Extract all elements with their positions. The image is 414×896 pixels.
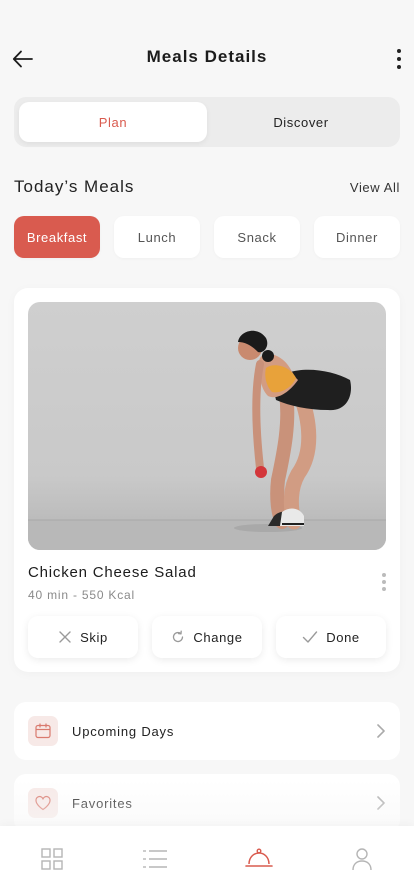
todays-meals-header: Today’s Meals View All bbox=[14, 176, 400, 198]
meal-photo bbox=[28, 302, 386, 550]
card-more-icon[interactable] bbox=[380, 573, 388, 593]
exercise-photo-illustration bbox=[28, 330, 386, 550]
meal-cloche-icon bbox=[244, 848, 273, 867]
meal-actions: Skip Change Done bbox=[28, 616, 386, 658]
change-label: Change bbox=[193, 629, 243, 645]
list-icon bbox=[143, 850, 168, 868]
close-icon bbox=[59, 631, 71, 643]
change-button[interactable]: Change bbox=[152, 616, 262, 658]
favorites-row[interactable]: Favorites bbox=[14, 774, 400, 832]
skip-label: Skip bbox=[80, 629, 108, 645]
chip-breakfast[interactable]: Breakfast bbox=[14, 216, 100, 258]
meal-meta: 40 min - 550 Kcal bbox=[28, 588, 135, 602]
chip-dinner[interactable]: Dinner bbox=[314, 216, 400, 258]
favorites-label: Favorites bbox=[72, 795, 133, 811]
chevron-right-icon bbox=[377, 724, 385, 738]
upcoming-days-row[interactable]: Upcoming Days bbox=[14, 702, 400, 760]
tab-profile[interactable] bbox=[311, 826, 414, 896]
heart-icon bbox=[28, 788, 58, 818]
tab-meals[interactable] bbox=[207, 826, 311, 896]
tab-plan[interactable]: Plan bbox=[19, 102, 207, 142]
tab-dashboard[interactable] bbox=[0, 826, 104, 896]
profile-icon bbox=[352, 848, 372, 871]
meal-type-chips: Breakfast Lunch Snack Dinner bbox=[14, 216, 400, 258]
meal-card: Chicken Cheese Salad 40 min - 550 Kcal S… bbox=[14, 288, 400, 672]
calendar-icon bbox=[28, 716, 58, 746]
grid-icon bbox=[41, 848, 63, 870]
chevron-right-icon bbox=[377, 796, 385, 810]
tab-discover[interactable]: Discover bbox=[207, 102, 395, 142]
tab-list[interactable] bbox=[104, 826, 208, 896]
meal-name: Chicken Cheese Salad bbox=[28, 564, 197, 581]
page-title: Meals Details bbox=[146, 47, 268, 66]
chip-lunch[interactable]: Lunch bbox=[114, 216, 200, 258]
section-title: Today’s Meals bbox=[14, 177, 135, 196]
refresh-icon bbox=[173, 630, 184, 643]
check-icon bbox=[303, 631, 318, 643]
skip-button[interactable]: Skip bbox=[28, 616, 138, 658]
view-all-link[interactable]: View All bbox=[350, 180, 400, 195]
more-vertical-icon[interactable] bbox=[392, 44, 406, 74]
done-button[interactable]: Done bbox=[276, 616, 386, 658]
plan-discover-segment: Plan Discover bbox=[14, 97, 400, 147]
done-label: Done bbox=[326, 629, 360, 645]
bottom-tab-bar bbox=[0, 826, 414, 896]
chip-snack[interactable]: Snack bbox=[214, 216, 300, 258]
upcoming-days-label: Upcoming Days bbox=[72, 723, 175, 739]
header: Meals Details bbox=[0, 0, 414, 100]
